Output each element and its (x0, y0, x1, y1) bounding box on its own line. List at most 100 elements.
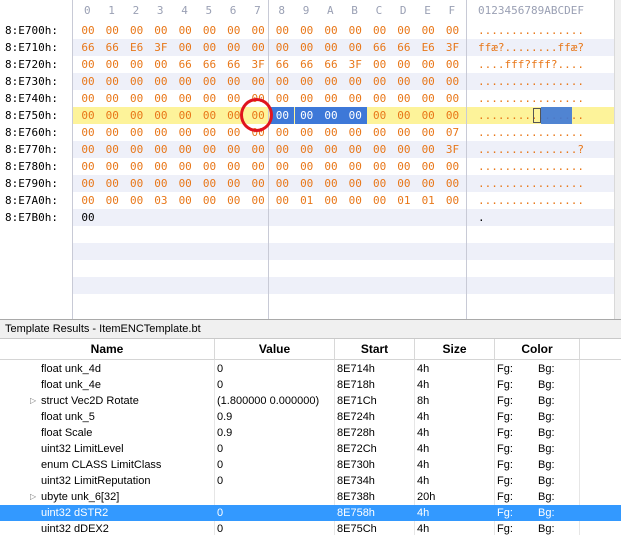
hex-byte-cell[interactable]: 00 (246, 175, 270, 192)
ascii-text-cell[interactable]: ................ (478, 158, 584, 175)
ascii-text-cell[interactable]: ................ (478, 22, 584, 39)
ascii-text-cell[interactable]: ffæ?........ffæ? (478, 39, 584, 56)
hex-byte-cell[interactable]: 00 (368, 141, 392, 158)
hex-byte-cell[interactable]: 00 (343, 192, 367, 209)
hex-byte-cell[interactable]: 00 (441, 175, 465, 192)
column-header-start[interactable]: Start (335, 339, 415, 360)
hex-byte-cell[interactable]: 00 (270, 73, 294, 90)
hex-byte-cell[interactable]: 00 (100, 73, 124, 90)
hex-byte-cell[interactable]: E6 (125, 39, 149, 56)
hex-byte-cell[interactable]: 00 (173, 124, 197, 141)
hex-byte-cell[interactable]: 66 (173, 56, 197, 73)
hex-byte-cell[interactable]: 00 (100, 90, 124, 107)
hex-byte-cell[interactable]: 66 (198, 56, 222, 73)
hex-byte-cell[interactable]: 00 (100, 124, 124, 141)
hex-byte-cell[interactable]: 00 (368, 90, 392, 107)
hex-byte-cell[interactable]: 00 (343, 39, 367, 56)
column-header-name[interactable]: Name (0, 339, 215, 360)
hex-byte-cell[interactable]: 00 (270, 124, 294, 141)
ascii-text-cell[interactable]: ................ (478, 124, 584, 141)
hex-byte-cell[interactable]: 00 (173, 90, 197, 107)
hex-byte-cell[interactable]: 00 (270, 39, 294, 56)
hex-byte-cell[interactable]: 00 (76, 22, 100, 39)
hex-byte-cell[interactable]: 00 (294, 107, 319, 124)
hex-byte-cell[interactable]: 00 (198, 158, 222, 175)
ascii-text-cell[interactable]: ................ (478, 175, 584, 192)
ascii-text-cell[interactable]: ................ (478, 73, 584, 90)
hex-byte-cell[interactable]: 00 (343, 90, 367, 107)
hex-byte-cell[interactable]: 00 (222, 90, 246, 107)
hex-byte-cell[interactable]: 00 (198, 107, 222, 124)
hex-byte-cell[interactable]: 00 (416, 73, 440, 90)
hex-byte-cell[interactable]: 00 (392, 22, 416, 39)
hex-byte-cell[interactable]: 66 (270, 56, 294, 73)
hex-byte-cell[interactable]: 00 (319, 22, 343, 39)
hex-byte-cell[interactable]: 3F (441, 141, 465, 158)
hex-byte-cell[interactable]: 00 (319, 175, 343, 192)
hex-byte-cell[interactable]: 00 (125, 107, 149, 124)
hex-byte-cell[interactable]: 00 (392, 107, 416, 124)
hex-byte-cell[interactable]: 00 (222, 141, 246, 158)
hex-byte-cell[interactable]: 00 (319, 192, 343, 209)
ascii-text-cell[interactable]: ................ (478, 90, 584, 107)
hex-byte-cell[interactable]: 00 (343, 107, 368, 124)
hex-byte-cell[interactable]: 00 (173, 175, 197, 192)
hex-byte-cell[interactable]: 00 (319, 141, 343, 158)
hex-byte-cell[interactable]: 00 (246, 90, 270, 107)
hex-byte-cell[interactable]: 00 (125, 22, 149, 39)
hex-byte-cell[interactable]: 00 (222, 175, 246, 192)
hex-byte-cell[interactable]: 00 (246, 107, 270, 124)
hex-byte-cell[interactable]: 00 (149, 175, 173, 192)
hex-byte-cell[interactable]: 00 (173, 158, 197, 175)
hex-byte-cell[interactable]: 66 (76, 39, 100, 56)
hex-byte-cell[interactable]: 00 (343, 158, 367, 175)
hex-byte-cell[interactable]: 00 (392, 158, 416, 175)
hex-byte-cell[interactable]: 00 (125, 175, 149, 192)
hex-byte-cell[interactable]: 01 (392, 192, 416, 209)
hex-byte-cell[interactable]: 00 (416, 175, 440, 192)
hex-byte-cell[interactable]: 00 (100, 192, 124, 209)
hex-byte-cell[interactable]: 00 (173, 107, 197, 124)
hex-byte-cell[interactable]: 00 (295, 73, 319, 90)
hex-byte-cell[interactable]: 00 (368, 192, 392, 209)
template-result-row[interactable]: ▷ ubyte unk_6[32] 8E738h 20h Fg: Bg: (0, 489, 621, 505)
hex-byte-cell[interactable]: 00 (100, 107, 124, 124)
hex-byte-cell[interactable]: 01 (295, 192, 319, 209)
hex-byte-cell[interactable]: 00 (270, 141, 294, 158)
hex-byte-cell[interactable]: 00 (368, 22, 392, 39)
hex-byte-cell[interactable]: 00 (76, 141, 100, 158)
hex-byte-cell[interactable]: 01 (416, 192, 440, 209)
template-result-row[interactable]: float Scale 0.9 8E728h 4h Fg: Bg: (0, 425, 621, 441)
hex-byte-cell[interactable]: 00 (76, 158, 100, 175)
hex-byte-cell[interactable]: 00 (295, 141, 319, 158)
hex-byte-cell[interactable]: 00 (125, 90, 149, 107)
hex-byte-cell[interactable]: 00 (343, 22, 367, 39)
hex-byte-cell[interactable]: 00 (295, 90, 319, 107)
hex-byte-cell[interactable]: 00 (246, 192, 270, 209)
hex-byte-cell[interactable]: 00 (222, 158, 246, 175)
hex-byte-cell[interactable]: 00 (198, 90, 222, 107)
hex-byte-cell[interactable]: 00 (246, 124, 270, 141)
hex-byte-cell[interactable]: 00 (100, 22, 124, 39)
hex-byte-cell[interactable]: 00 (392, 90, 416, 107)
hex-byte-cell[interactable]: 00 (270, 192, 294, 209)
hex-byte-cell[interactable]: 00 (246, 141, 270, 158)
column-header-color[interactable]: Color (495, 339, 580, 360)
hex-byte-cell[interactable]: 00 (416, 124, 440, 141)
expand-triangle-icon[interactable]: ▷ (30, 489, 36, 505)
hex-byte-cell[interactable]: 00 (416, 107, 440, 124)
hex-byte-cell[interactable]: 00 (173, 141, 197, 158)
hex-byte-cell[interactable]: 00 (319, 90, 343, 107)
hex-byte-cell[interactable]: 00 (100, 56, 124, 73)
hex-byte-cell[interactable]: 00 (343, 141, 367, 158)
hex-byte-cell[interactable]: 00 (295, 22, 319, 39)
hex-byte-cell[interactable]: 00 (76, 124, 100, 141)
hex-byte-cell[interactable]: 00 (441, 107, 465, 124)
hex-byte-cell[interactable]: 00 (76, 209, 100, 226)
column-header-size[interactable]: Size (415, 339, 495, 360)
ascii-text-cell[interactable]: ....fff?fff?.... (478, 56, 584, 73)
hex-byte-cell[interactable]: 00 (222, 39, 246, 56)
hex-byte-cell[interactable]: 00 (149, 158, 173, 175)
hex-byte-cell[interactable]: 00 (392, 56, 416, 73)
hex-byte-cell[interactable]: 00 (368, 124, 392, 141)
